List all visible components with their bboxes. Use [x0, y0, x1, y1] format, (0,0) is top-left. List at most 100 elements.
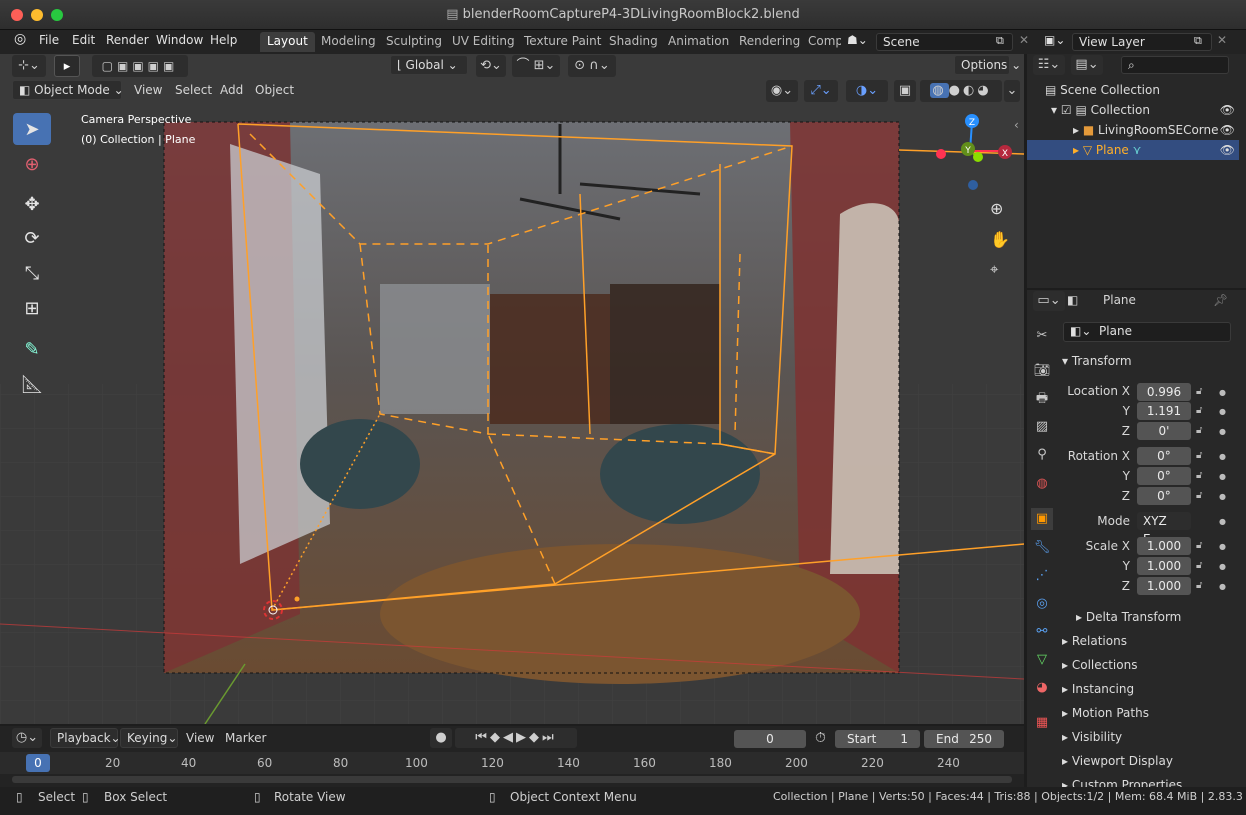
tab-shading[interactable]: Shading: [602, 32, 665, 52]
timeline-scrollbar[interactable]: [12, 776, 1012, 783]
proportional-edit-icon[interactable]: ⊙ ∩⌄: [568, 55, 616, 77]
marker-menu[interactable]: Marker: [225, 731, 266, 745]
playback-menu[interactable]: Playback⌄: [50, 728, 121, 748]
menu-file[interactable]: File: [39, 33, 59, 47]
snap-icon[interactable]: ⌒ ⊞⌄: [512, 55, 560, 77]
scale-y-field[interactable]: 1.000: [1137, 557, 1191, 575]
visibility-icon[interactable]: ◉⌄: [766, 80, 798, 102]
start-frame-field[interactable]: Start 1: [835, 730, 920, 748]
lock-icon[interactable]: 🔓︎: [1196, 490, 1202, 501]
lock-icon[interactable]: 🔓︎: [1196, 540, 1202, 551]
panel-motion-paths[interactable]: ▸ Motion Paths: [1062, 706, 1149, 720]
outliner-search-input[interactable]: ⌕: [1121, 56, 1229, 74]
lock-icon[interactable]: 🔓︎: [1196, 470, 1202, 481]
pin-icon[interactable]: 📌︎: [1213, 293, 1228, 307]
next-keyframe-icon[interactable]: ◆: [529, 730, 542, 745]
camera-view-icon[interactable]: ⌖: [990, 260, 998, 278]
overlays-icon[interactable]: ◑⌄: [846, 80, 888, 102]
timeline-view-menu[interactable]: View: [186, 731, 214, 745]
filter-icon[interactable]: ▤⌄: [1071, 55, 1103, 75]
new-scene-icon[interactable]: ⧉: [996, 34, 1004, 48]
add-menu[interactable]: Add: [220, 83, 243, 97]
view-layer-field[interactable]: View Layer: [1072, 33, 1212, 51]
outliner-scene-collection[interactable]: ▤ Scene Collection: [1027, 80, 1239, 100]
location-y-field[interactable]: 1.191: [1137, 402, 1191, 420]
zoom-icon[interactable]: ⊕: [990, 199, 1003, 218]
display-mode-icon[interactable]: ☷⌄: [1033, 55, 1065, 75]
editor-type-icon[interactable]: ▭⌄: [1033, 291, 1065, 311]
scene-name-field[interactable]: Scene: [876, 33, 1013, 51]
panel-visibility[interactable]: ▸ Visibility: [1062, 730, 1122, 744]
tab-modeling[interactable]: Modeling: [314, 32, 383, 52]
prev-keyframe-icon[interactable]: ◆: [490, 730, 503, 745]
panel-collections[interactable]: ▸ Collections: [1062, 658, 1137, 672]
play-reverse-icon[interactable]: ◀: [503, 730, 516, 745]
current-frame-field[interactable]: 0: [734, 730, 806, 748]
annotate-tool[interactable]: ✎: [13, 333, 51, 365]
data-tab-icon[interactable]: ▽: [1031, 649, 1053, 671]
pivot-point-icon[interactable]: ⟲⌄: [476, 55, 506, 77]
rotation-y-field[interactable]: 0°: [1137, 467, 1191, 485]
shading-options-icon[interactable]: ⌄: [1004, 80, 1020, 102]
selection-mode-icons[interactable]: ▢▣▣▣▣: [92, 55, 188, 77]
jump-end-icon[interactable]: ⏭: [542, 730, 557, 745]
keyframe-dot-icon[interactable]: ●: [1219, 582, 1226, 591]
keyframe-dot-icon[interactable]: ●: [1219, 472, 1226, 481]
keyframe-dot-icon[interactable]: ●: [1219, 492, 1226, 501]
keyframe-dot-icon[interactable]: ●: [1219, 517, 1226, 526]
keyframe-dot-icon[interactable]: ●: [1219, 542, 1226, 551]
keyframe-dot-icon[interactable]: ●: [1219, 452, 1226, 461]
transform-panel-header[interactable]: ▾ Transform: [1062, 354, 1132, 368]
record-icon[interactable]: ●: [430, 728, 452, 748]
playback-controls[interactable]: ⏮◆◀▶◆⏭: [455, 728, 577, 748]
stopwatch-icon[interactable]: ⏱: [815, 730, 826, 746]
rotation-x-field[interactable]: 0°: [1137, 447, 1191, 465]
select-menu[interactable]: Select: [175, 83, 212, 97]
outliner-collection[interactable]: ▾ ☑ ▤ Collection 👁︎: [1027, 100, 1239, 120]
shading-mode-icons[interactable]: ◍ ●◐◕: [920, 80, 1002, 102]
playhead[interactable]: 0: [26, 754, 50, 772]
keyframe-dot-icon[interactable]: ●: [1219, 388, 1226, 397]
remove-scene-icon[interactable]: ✕: [1019, 33, 1029, 47]
xray-icon[interactable]: ▣: [894, 80, 916, 102]
end-frame-field[interactable]: End 250: [924, 730, 1004, 748]
timeline-editor-icon[interactable]: ◷⌄: [12, 728, 42, 748]
keyframe-dot-icon[interactable]: ●: [1219, 562, 1226, 571]
panel-viewport-display[interactable]: ▸ Viewport Display: [1062, 754, 1173, 768]
scale-tool[interactable]: ⤡: [13, 257, 51, 289]
panel-relations[interactable]: ▸ Relations: [1062, 634, 1127, 648]
jump-start-icon[interactable]: ⏮: [475, 730, 490, 745]
object-menu[interactable]: Object: [255, 83, 294, 97]
blender-logo-icon[interactable]: ◎: [14, 31, 26, 47]
scale-z-field[interactable]: 1.000: [1137, 577, 1191, 595]
tab-sculpting[interactable]: Sculpting: [379, 32, 449, 52]
tab-rendering[interactable]: Rendering: [732, 32, 807, 52]
cursor-tool[interactable]: ⊕: [13, 148, 51, 180]
scene-selector-icon[interactable]: ☗⌄: [847, 33, 868, 47]
lock-icon[interactable]: 🔓︎: [1196, 425, 1202, 436]
3d-viewport[interactable]: Z Y X Camera Perspective (0) Collection …: [0, 54, 1024, 724]
rotation-mode-select[interactable]: XYZ E...⌄: [1137, 512, 1191, 546]
lock-icon[interactable]: 🔓︎: [1196, 560, 1202, 571]
gizmo-toggle-icon[interactable]: ⤢⌄: [804, 80, 838, 102]
lock-icon[interactable]: 🔓︎: [1196, 405, 1202, 416]
rotation-z-field[interactable]: 0°: [1137, 487, 1191, 505]
keying-menu[interactable]: Keying⌄: [120, 728, 178, 748]
tool-tab-icon[interactable]: ✂: [1031, 325, 1053, 347]
menu-render[interactable]: Render: [106, 33, 149, 47]
view-layer-icon[interactable]: ▣⌄: [1044, 33, 1065, 47]
transform-tool[interactable]: ⊞: [13, 292, 51, 324]
remove-view-layer-icon[interactable]: ✕: [1217, 33, 1227, 47]
outliner-camera[interactable]: ▸ ■ LivingRoomSECorne 👁︎: [1027, 120, 1239, 140]
options-dropdown[interactable]: Options ⌄: [954, 55, 1021, 75]
keyframe-dot-icon[interactable]: ●: [1219, 407, 1226, 416]
play-icon[interactable]: ▶: [516, 730, 529, 745]
menu-edit[interactable]: Edit: [72, 33, 95, 47]
tab-layout[interactable]: Layout: [260, 32, 315, 52]
tab-texture-paint[interactable]: Texture Paint: [517, 32, 608, 52]
eye-icon[interactable]: 👁︎: [1220, 140, 1235, 160]
object-mode-select[interactable]: ◧ Object Mode ⌄: [12, 80, 124, 100]
location-x-field[interactable]: 0.996: [1137, 383, 1191, 401]
keyframe-dot-icon[interactable]: ●: [1219, 427, 1226, 436]
view-menu[interactable]: View: [134, 83, 162, 97]
